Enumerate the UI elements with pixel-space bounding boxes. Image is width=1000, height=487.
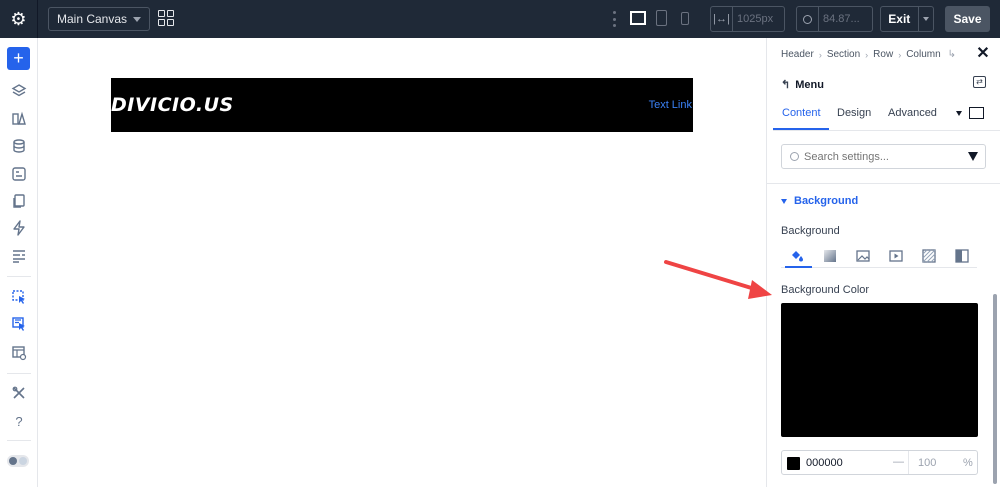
close-icon[interactable]: ✕	[975, 46, 991, 62]
panel-options-icon[interactable]: ⇄	[973, 76, 986, 88]
settings-gear-icon[interactable]: ⚙	[0, 0, 38, 38]
background-section-toggle[interactable]: Background	[781, 195, 858, 207]
top-toolbar: ⚙ Main Canvas |↔| 1025px 84.87... Exit S…	[0, 0, 1000, 38]
zoom-value: 84.87...	[823, 13, 860, 25]
tab-content[interactable]: Content	[782, 107, 821, 119]
canvas-select-dropdown[interactable]: Main Canvas	[48, 7, 150, 31]
return-arrow-icon[interactable]: ↳	[948, 49, 956, 60]
mask-icon[interactable]	[955, 249, 969, 263]
desktop-view-icon[interactable]	[630, 11, 646, 25]
panel-scrollbar[interactable]	[993, 294, 997, 484]
background-field-label: Background	[781, 225, 840, 237]
lightning-icon[interactable]	[9, 219, 29, 237]
grid-layout-icon[interactable]	[158, 10, 174, 26]
pages-icon[interactable]	[9, 192, 29, 210]
save-button[interactable]: Save	[945, 6, 990, 32]
image-icon[interactable]	[856, 249, 870, 262]
exit-button[interactable]: Exit	[880, 6, 934, 32]
chevron-right-icon: ›	[898, 49, 902, 60]
tab-design[interactable]: Design	[837, 107, 871, 119]
module-title-label: Menu	[795, 78, 824, 91]
help-icon[interactable]: ?	[9, 412, 29, 430]
tools-icon[interactable]	[9, 384, 29, 402]
section-title: Background	[794, 195, 859, 207]
color-fill-icon[interactable]	[789, 249, 803, 262]
video-icon[interactable]	[889, 249, 903, 262]
canvas-width-value: 1025px	[737, 13, 774, 25]
phone-view-icon[interactable]	[681, 12, 689, 25]
search-input[interactable]	[804, 150, 964, 163]
opacity-unit: %	[963, 457, 973, 469]
chevron-down-icon	[133, 17, 141, 22]
database-icon[interactable]	[9, 137, 29, 155]
toolbar-separator	[7, 373, 31, 374]
exit-dropdown-icon[interactable]	[917, 7, 933, 31]
module-title: ↰ Menu	[781, 78, 824, 92]
chevron-right-icon: ›	[818, 49, 822, 60]
breadcrumb-section[interactable]: Section	[827, 49, 860, 60]
mode-toggle[interactable]	[7, 455, 29, 467]
select-element-icon[interactable]	[9, 288, 29, 306]
toolbar-separator	[7, 276, 31, 277]
variables-icon[interactable]	[9, 165, 29, 183]
breadcrumb-header[interactable]: Header	[781, 49, 814, 60]
search-icon	[790, 152, 799, 161]
resize-width-icon: |↔|	[711, 7, 733, 31]
color-swatch[interactable]	[787, 457, 800, 470]
view-mode-square-icon[interactable]	[969, 107, 984, 119]
layers-icon[interactable]	[9, 82, 29, 100]
add-element-button[interactable]: +	[7, 47, 30, 70]
active-background-type-indicator	[785, 266, 812, 268]
toolbar-separator	[7, 440, 31, 441]
background-color-label: Background Color	[781, 284, 870, 296]
back-arrow-icon[interactable]: ↰	[781, 78, 790, 91]
left-toolbar: + ?	[0, 38, 38, 487]
menu-text-link[interactable]: Text Link	[649, 99, 692, 111]
active-tab-indicator	[773, 128, 829, 130]
kebab-menu-icon[interactable]	[612, 11, 616, 27]
background-type-tabs	[781, 244, 977, 268]
settings-panel: Header › Section › Row › Column ↳ ✕ ↰ Me…	[766, 38, 1000, 487]
pattern-icon[interactable]	[922, 249, 936, 263]
settings-search[interactable]	[781, 144, 986, 169]
caret-down-icon	[781, 198, 787, 204]
zoom-field[interactable]: 84.87...	[796, 6, 873, 32]
app-root: ⚙ Main Canvas |↔| 1025px 84.87... Exit S…	[0, 0, 1000, 487]
tab-advanced[interactable]: Advanced	[888, 107, 937, 119]
exit-label: Exit	[888, 12, 911, 26]
hex-input[interactable]: 000000	[806, 457, 843, 469]
breadcrumb: Header › Section › Row › Column ↳	[781, 49, 956, 60]
header-section[interactable]: DIVICIO.US Text Link	[111, 78, 693, 132]
layout-rows-icon[interactable]	[9, 247, 29, 265]
breadcrumb-row[interactable]: Row	[873, 49, 893, 60]
filter-icon[interactable]	[968, 152, 978, 161]
design-library-icon[interactable]	[9, 110, 29, 128]
divider	[908, 451, 909, 474]
chevron-right-icon: ›	[865, 49, 869, 60]
layout-settings-icon[interactable]	[9, 344, 29, 362]
gradient-icon[interactable]	[823, 249, 837, 262]
multi-select-icon[interactable]	[9, 315, 29, 333]
tab-more-dropdown-icon[interactable]	[956, 111, 962, 116]
settings-tabs: Content Design Advanced	[773, 104, 1000, 131]
color-picker-preview[interactable]	[781, 303, 978, 437]
breadcrumb-column[interactable]: Column	[906, 49, 940, 60]
color-value-field: 000000 — 100 %	[781, 450, 978, 475]
opacity-input[interactable]: 100	[918, 457, 936, 469]
zoom-search-icon	[797, 7, 819, 31]
canvas-select-label: Main Canvas	[57, 12, 128, 26]
site-logo[interactable]: DIVICIO.US	[111, 94, 234, 116]
main-canvas: DIVICIO.US Text Link	[39, 38, 766, 487]
dash-separator: —	[893, 456, 904, 468]
canvas-width-field[interactable]: |↔| 1025px	[710, 6, 785, 32]
tablet-view-icon[interactable]	[656, 10, 667, 26]
divider	[767, 183, 1000, 184]
